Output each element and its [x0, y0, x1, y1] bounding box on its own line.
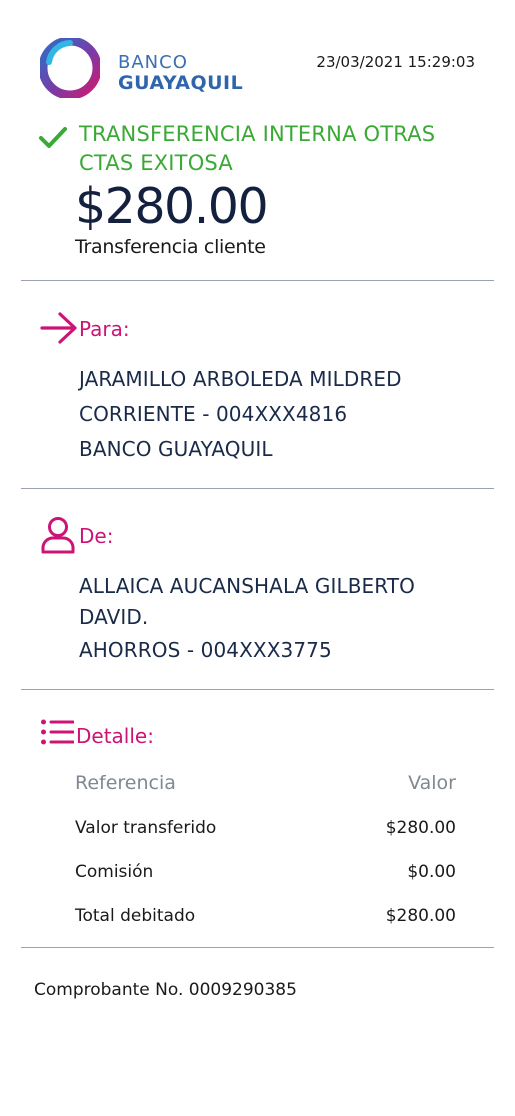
para-title: Para: — [79, 317, 130, 341]
transaction-datetime: 23/03/2021 15:29:03 — [316, 53, 475, 71]
column-header-value: Valor — [408, 772, 456, 794]
detail-label-comision: Comisión — [75, 862, 154, 882]
divider — [21, 280, 494, 281]
check-icon — [39, 127, 67, 148]
transfer-amount: $280.00 — [75, 178, 269, 235]
divider — [21, 488, 494, 489]
user-icon — [41, 517, 75, 554]
divider — [21, 947, 494, 948]
bank-name-line2: GUAYAQUIL — [118, 72, 244, 94]
banco-guayaquil-logo — [40, 38, 100, 98]
arrow-right-icon — [40, 312, 77, 344]
bank-name-line1: BANCO — [118, 52, 188, 73]
status-title: TRANSFERENCIA INTERNA OTRAS CTAS EXITOSA — [79, 122, 436, 175]
detalle-title: Detalle: — [76, 724, 154, 748]
column-header-reference: Referencia — [75, 772, 176, 794]
transfer-type: Transferencia cliente — [75, 236, 266, 258]
list-icon — [41, 719, 74, 745]
detail-value-valor-transferido: $280.00 — [385, 818, 456, 838]
sender-account: AHORROS - 004XXX3775 — [79, 638, 332, 662]
de-title: De: — [79, 524, 114, 548]
sender-name-line1: ALLAICA AUCANSHALA GILBERTO — [79, 574, 415, 598]
divider — [21, 689, 494, 690]
recipient-bank: BANCO GUAYAQUIL — [79, 437, 273, 461]
detail-value-comision: $0.00 — [407, 862, 456, 882]
detail-value-total-debitado: $280.00 — [385, 906, 456, 926]
detail-label-total-debitado: Total debitado — [75, 906, 196, 926]
receipt-number: Comprobante No. 0009290385 — [34, 980, 297, 1000]
recipient-account: CORRIENTE - 004XXX4816 — [79, 402, 348, 426]
recipient-name: JARAMILLO ARBOLEDA MILDRED — [79, 367, 402, 391]
sender-name-line2: DAVID. — [79, 605, 149, 629]
bank-logo-text: BANCO GUAYAQUIL — [118, 54, 243, 93]
detail-label-valor-transferido: Valor transferido — [75, 818, 217, 838]
